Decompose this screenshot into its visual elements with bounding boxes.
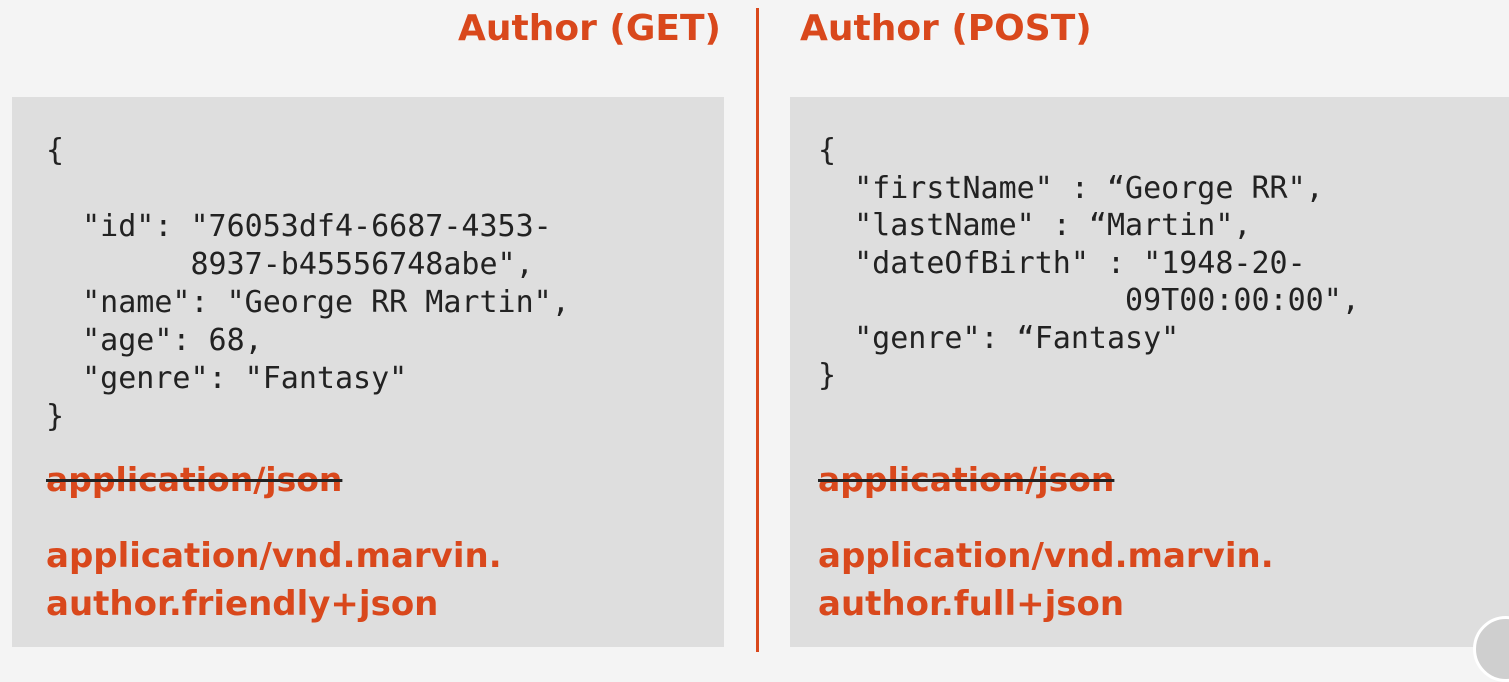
get-section-title: Author (GET) — [458, 8, 721, 49]
vertical-divider — [756, 8, 759, 652]
post-json-code: { "firstName" : “George RR", "lastName" … — [818, 133, 1360, 393]
post-old-media-type: application/json — [818, 460, 1115, 499]
get-json-code: { "id": "76053df4-6687-4353- 8937-b45556… — [46, 133, 570, 434]
post-section-title: Author (POST) — [800, 8, 1092, 49]
get-new-media-type: application/vnd.marvin. author.friendly+… — [46, 536, 502, 624]
post-new-media-type: application/vnd.marvin. author.full+json — [818, 536, 1274, 624]
get-old-media-type: application/json — [46, 460, 343, 499]
